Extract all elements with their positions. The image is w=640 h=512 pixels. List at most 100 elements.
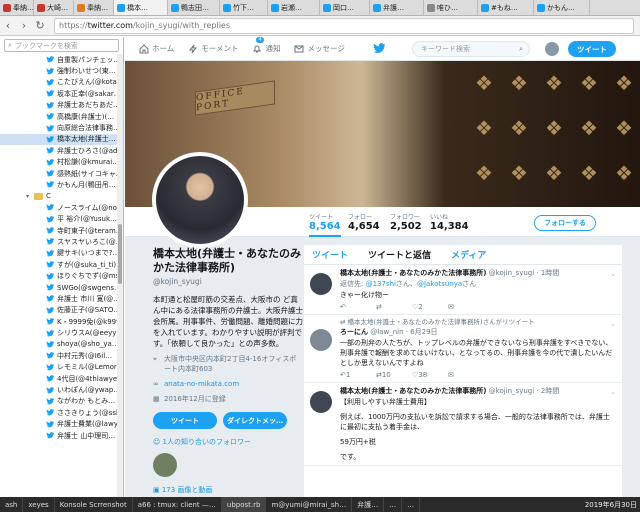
- sidebar-scrollbar[interactable]: [117, 54, 123, 497]
- bookmark-item[interactable]: 高橋康(弁護士)(…: [0, 111, 123, 122]
- nav-moments[interactable]: モーメント: [188, 43, 238, 54]
- bookmark-item[interactable]: かもん月(鴨田吊…: [0, 179, 123, 190]
- nav-messages[interactable]: メッセージ: [294, 43, 345, 54]
- browser-tab[interactable]: #もね…: [478, 0, 534, 15]
- dm-button[interactable]: ✉: [448, 303, 484, 311]
- bookmark-item[interactable]: 寺町東子(@teram…: [0, 225, 123, 236]
- taskbar-item[interactable]: xeyes: [23, 497, 55, 512]
- bookmark-item[interactable]: 弁護士 市川 寛(@…: [0, 293, 123, 304]
- bookmark-item[interactable]: すが(@suka_ti_ti)…: [0, 259, 123, 270]
- bookmark-item[interactable]: K・9999免(@k999…: [0, 316, 123, 327]
- chevron-down-icon[interactable]: ▾: [26, 193, 32, 200]
- tweet-avatar[interactable]: [310, 329, 332, 351]
- heart-button[interactable]: ♡ 2: [412, 303, 448, 311]
- follow-button[interactable]: フォローする: [534, 215, 596, 231]
- forward-icon[interactable]: ›: [16, 18, 32, 34]
- nav-home[interactable]: ホーム: [139, 43, 174, 54]
- bookmark-item[interactable]: 4代目(@4thlawye…: [0, 373, 123, 384]
- bookmark-item[interactable]: 鍵サキ(いつまで?…: [0, 248, 123, 259]
- bookmark-item[interactable]: スヤスヤいろこ(@…: [0, 236, 123, 247]
- reload-icon[interactable]: ↻: [32, 18, 48, 34]
- bookmark-item[interactable]: 佐藤正子(@SATO…: [0, 305, 123, 316]
- tweet[interactable]: 橋本太地(弁護士・あなたのみかた法律事務所) @kojin_syugi · 2時…: [304, 383, 622, 466]
- profile-avatar[interactable]: [152, 152, 248, 248]
- bookmark-item[interactable]: レモミル(@Lemor…: [0, 362, 123, 373]
- reply-button[interactable]: ↶: [340, 303, 376, 311]
- browser-tab[interactable]: 橋本…: [114, 0, 168, 15]
- bookmark-item[interactable]: シリウスA(@eeyyi…: [0, 327, 123, 338]
- taskbar-item[interactable]: m@yumi@mirai_sh…: [266, 497, 353, 512]
- dm-button[interactable]: ✉: [448, 371, 484, 379]
- chevron-down-icon[interactable]: ⌄: [610, 320, 616, 328]
- compose-tweet-button[interactable]: ツイート: [568, 41, 616, 57]
- profile-stat[interactable]: ツイート 8,564: [309, 212, 341, 237]
- browser-tab[interactable]: 弁護…: [370, 0, 424, 15]
- retweet-button[interactable]: ⇄ 10: [376, 371, 412, 379]
- tweet-avatar[interactable]: [310, 391, 332, 413]
- bookmark-item[interactable]: shoya(@sho_ya…: [0, 339, 123, 350]
- browser-tab[interactable]: 奉納…: [0, 0, 34, 15]
- nav-notifications[interactable]: 4 通知: [252, 37, 280, 54]
- bookmark-item[interactable]: 弁護士ひろさ(@adv…: [0, 145, 123, 156]
- browser-tab[interactable]: 大崎…: [34, 0, 74, 15]
- bookmark-item[interactable]: 弁護士あだちあだ…: [0, 100, 123, 111]
- browser-tab[interactable]: かもん…: [534, 0, 590, 15]
- taskbar-item[interactable]: Konsole Scrrenshot: [55, 497, 133, 512]
- chevron-down-icon[interactable]: ⌄: [610, 388, 616, 396]
- taskbar-item[interactable]: a66 : tmux: client —…: [133, 497, 222, 512]
- bookmark-item[interactable]: 村松謙(@kmurai…: [0, 157, 123, 168]
- back-icon[interactable]: ‹: [0, 18, 16, 34]
- browser-tab[interactable]: 唯ひ…: [424, 0, 478, 15]
- account-avatar[interactable]: [545, 42, 559, 56]
- bookmark-item[interactable]: 向原総合法律事務…: [0, 122, 123, 133]
- bookmark-item[interactable]: 弁護士費業(@lawy…: [0, 419, 123, 430]
- bookmark-item[interactable]: 弁護士 山中理司…: [0, 430, 123, 441]
- profile-website-link[interactable]: anata-no-mikata.com: [164, 379, 239, 389]
- profile-stat[interactable]: いいね 14,384: [430, 212, 469, 232]
- timeline-tab[interactable]: ツイート: [312, 248, 348, 261]
- mutual-follower-avatar[interactable]: [153, 453, 177, 477]
- taskbar-item[interactable]: 弁護…: [352, 497, 385, 512]
- mutual-followers-link[interactable]: ☺ 1人の知り合いのフォロワー: [153, 437, 303, 447]
- twitter-bird-logo-icon[interactable]: [373, 43, 385, 54]
- chevron-down-icon[interactable]: ⌄: [610, 270, 616, 278]
- bookmark-item[interactable]: ノースライム(@no…: [0, 202, 123, 213]
- twitter-search-input[interactable]: キーワード検索 ⌕: [412, 41, 530, 57]
- taskbar-item[interactable]: …: [384, 497, 403, 512]
- sidebar-scroll-thumb[interactable]: [118, 224, 122, 284]
- heart-button[interactable]: ♡ 38: [412, 371, 448, 379]
- timeline-tab[interactable]: ツイートと返信: [368, 248, 431, 261]
- bookmark-item[interactable]: ほりぐちでず(@ms…: [0, 270, 123, 281]
- profile-stat[interactable]: フォロー 4,654: [348, 212, 380, 232]
- bookmark-item[interactable]: 強制わいせつ(東…: [0, 65, 123, 76]
- browser-tab[interactable]: 岩瀬…: [268, 0, 320, 15]
- timeline-tab[interactable]: メディア: [451, 248, 487, 261]
- browser-tab[interactable]: 岡口…: [320, 0, 370, 15]
- address-input[interactable]: https://twitter.com/kojin_syugi/with_rep…: [54, 17, 634, 34]
- taskbar-item[interactable]: ash: [0, 497, 24, 512]
- browser-tab[interactable]: 鴨志田…: [168, 0, 220, 15]
- tweet-avatar[interactable]: [310, 273, 332, 295]
- bookmark-item[interactable]: ささきりょう(@ssk_…: [0, 407, 123, 418]
- bookmark-item[interactable]: 橋本太地(弁護士…: [0, 133, 123, 146]
- bookmark-item[interactable]: 中村元秀(@I6il…: [0, 350, 123, 361]
- bookmark-item[interactable]: 坂本正幸(@sakar…: [0, 88, 123, 99]
- direct-message-button[interactable]: ダイレクトメッ…: [223, 412, 287, 429]
- retweet-button[interactable]: ⇄: [376, 303, 412, 311]
- bookmark-item[interactable]: 感熱紙(サイコキャ…: [0, 168, 123, 179]
- browser-tab[interactable]: 竹下…: [220, 0, 268, 15]
- bookmark-item[interactable]: いわぽん(@ywap…: [0, 384, 123, 395]
- reply-button[interactable]: ↶ 1: [340, 371, 376, 379]
- bookmark-item[interactable]: ながわか もとみ…: [0, 396, 123, 407]
- bookmark-folder[interactable]: ▾ C: [0, 191, 123, 202]
- bookmark-item[interactable]: 自重製パンチェッ…: [0, 54, 123, 65]
- bookmark-item[interactable]: SWGo(@swgens…: [0, 282, 123, 293]
- taskbar-item[interactable]: ubpost.rb: [221, 497, 267, 512]
- browser-tab[interactable]: 奉納…: [74, 0, 114, 15]
- bookmark-item[interactable]: 平 裕介(@Yusuk…: [0, 213, 123, 224]
- media-link[interactable]: ▣ 173 画像と動画: [153, 485, 303, 495]
- tweet[interactable]: 橋本太地(弁護士・あなたのみかた法律事務所) @kojin_syugi · 1時…: [304, 265, 622, 315]
- profile-tweet-button[interactable]: ツイート: [153, 412, 217, 429]
- tweet[interactable]: ⇄ 橋本太地(弁護士・あなたのみかた法律事務所)さんがリツイート ろーにん @la…: [304, 315, 622, 383]
- profile-stat[interactable]: フォロワー 2,502: [390, 212, 422, 232]
